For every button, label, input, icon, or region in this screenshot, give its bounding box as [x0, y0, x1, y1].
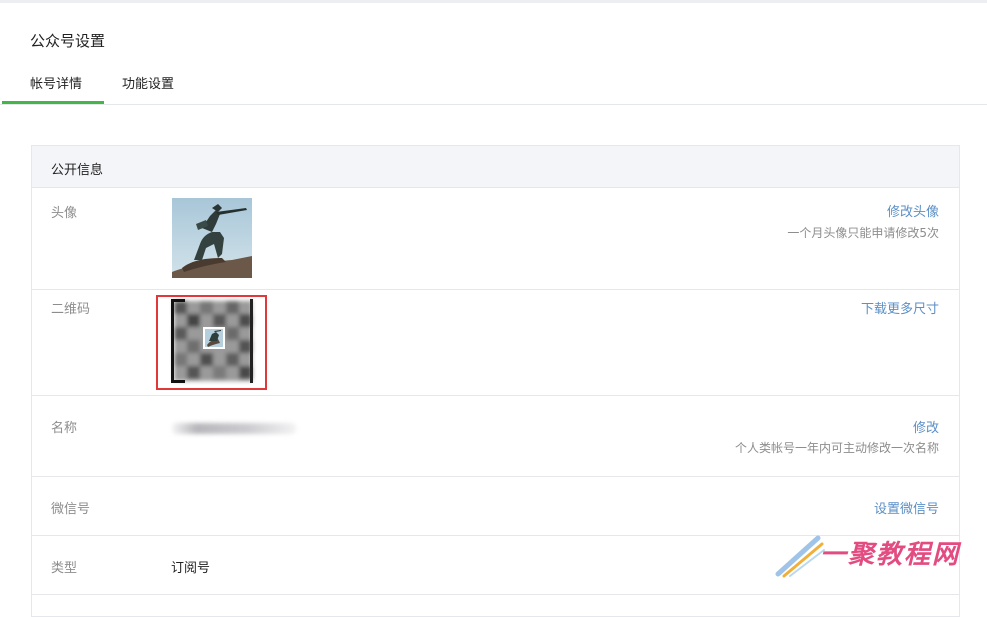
- row-wechat-id: 微信号 设置微信号: [32, 477, 959, 536]
- set-wechat-id-link[interactable]: 设置微信号: [874, 498, 939, 517]
- tab-bar: 帐号详情 功能设置: [0, 70, 987, 105]
- qrcode-highlight-box: [156, 295, 267, 390]
- avatar-change-tip: 一个月头像只能申请修改5次: [787, 226, 939, 240]
- avatar-image: [172, 198, 252, 278]
- avatar: [172, 198, 252, 278]
- row-avatar: 头像 修改头像 一个月头像只能申请修改5次: [32, 188, 959, 290]
- row-label-wechat-id: 微信号: [51, 502, 91, 517]
- row-qrcode: 二维码 下载更多尺寸: [32, 290, 959, 396]
- panel-header: 公开信息: [32, 146, 959, 188]
- row-name: 名称 修改 个人类帐号一年内可主动修改一次名称: [32, 396, 959, 477]
- public-info-panel: 公开信息 头像 修改头像 一个月头像只能申请修改5次 二维码 下载更多尺寸 名称…: [31, 145, 960, 617]
- active-tab-indicator: [2, 101, 104, 104]
- row-label-avatar: 头像: [51, 206, 78, 221]
- change-avatar-link[interactable]: 修改头像: [887, 201, 939, 220]
- account-type-value: 订阅号: [171, 561, 211, 576]
- top-border: [0, 0, 987, 3]
- panel-title: 公开信息: [51, 163, 104, 178]
- tab-feature-settings[interactable]: 功能设置: [122, 73, 174, 92]
- download-more-sizes-link[interactable]: 下载更多尺寸: [861, 298, 939, 317]
- row-label-type: 类型: [51, 561, 78, 576]
- change-name-link[interactable]: 修改: [913, 417, 939, 436]
- name-change-tip: 个人类帐号一年内可主动修改一次名称: [734, 441, 939, 455]
- qrcode-image: [171, 299, 253, 383]
- row-account-type: 类型 订阅号: [32, 536, 959, 595]
- tab-account-details[interactable]: 帐号详情: [30, 73, 82, 92]
- row-label-qrcode: 二维码: [51, 302, 91, 317]
- account-name-redacted: [172, 423, 296, 434]
- row-label-name: 名称: [51, 421, 78, 436]
- page-title: 公众号设置: [30, 32, 106, 50]
